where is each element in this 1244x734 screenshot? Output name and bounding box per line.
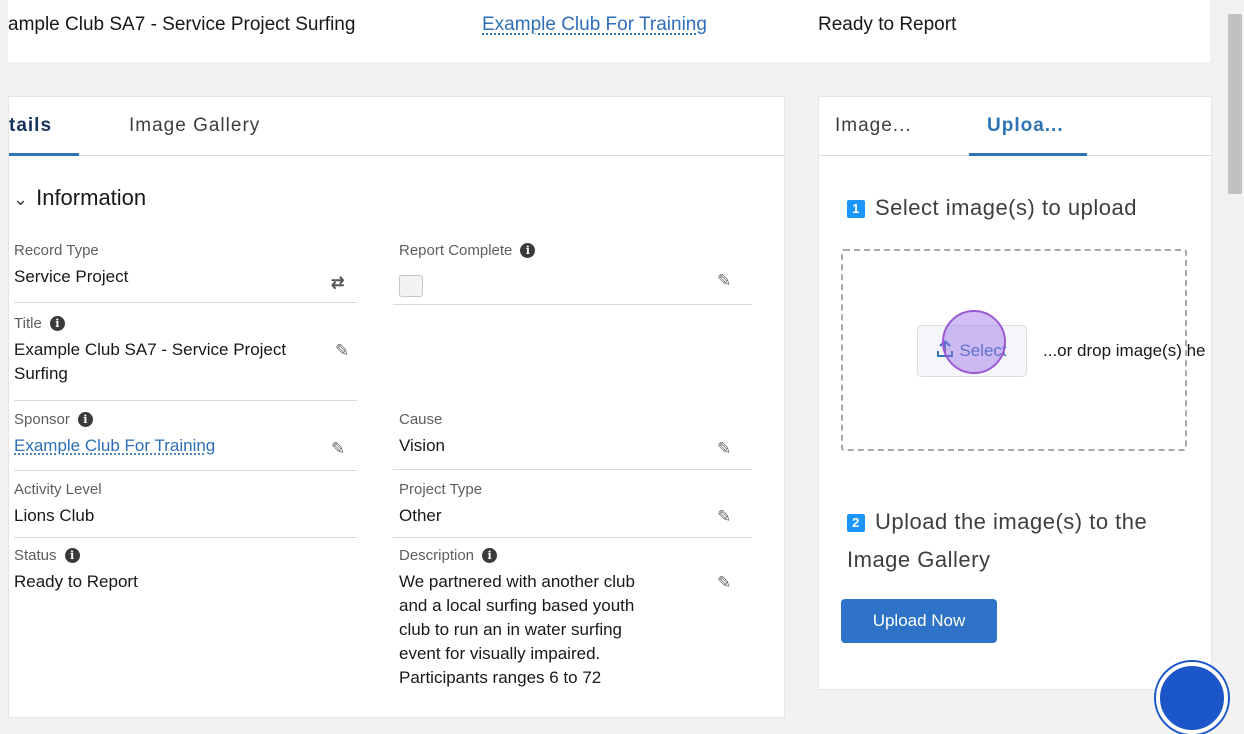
tab-image[interactable]: Image... xyxy=(835,115,912,137)
divider xyxy=(14,302,357,303)
field-label: Description xyxy=(399,547,475,564)
header-sponsor-link[interactable]: Example Club For Training xyxy=(482,14,707,36)
divider xyxy=(393,469,752,470)
upload-now-button[interactable]: Upload Now xyxy=(841,599,997,643)
report-complete-checkbox[interactable] xyxy=(399,275,423,297)
pencil-icon[interactable]: ✎ xyxy=(717,573,731,593)
info-icon[interactable]: i xyxy=(482,548,498,563)
description-line: and a local surfing based youth xyxy=(399,596,635,615)
step-number-badge: 1 xyxy=(847,200,865,218)
field-label: Title xyxy=(14,315,42,332)
field-value: Lions Club xyxy=(14,506,95,525)
field-value: Ready to Report xyxy=(14,572,138,591)
section-title: Information xyxy=(36,185,147,210)
field-value-line1: Example Club SA7 - Service Project xyxy=(14,340,287,359)
step-text: Select image(s) to upload xyxy=(875,195,1137,220)
field-value-line2: Surfing xyxy=(14,364,68,383)
chevron-down-icon: ⌄ xyxy=(13,189,29,209)
step-2-heading: 2 Upload the image(s) to the Image Galler… xyxy=(847,505,1147,577)
pencil-icon[interactable]: ✎ xyxy=(717,507,731,527)
step-text-line2: Image Gallery xyxy=(847,547,991,572)
details-card: tails Image Gallery ⌄ Information Record … xyxy=(8,96,785,718)
step-number-badge: 2 xyxy=(847,514,865,532)
field-cause: Cause Vision xyxy=(399,411,445,458)
tab-details[interactable]: tails xyxy=(9,115,52,137)
field-title: Title i Example Club SA7 - Service Projec… xyxy=(14,315,286,386)
field-label: Sponsor xyxy=(14,411,70,428)
drop-hint-text: ...or drop image(s) he xyxy=(1043,341,1206,360)
header-project-name: ample Club SA7 - Service Project Surfing xyxy=(8,14,356,35)
description-line: event for visually impaired. xyxy=(399,644,601,663)
active-tab-indicator xyxy=(969,153,1087,156)
info-icon[interactable]: i xyxy=(64,548,80,563)
tab-image-gallery[interactable]: Image Gallery xyxy=(129,115,260,137)
field-report-complete: Report Complete i xyxy=(399,242,536,259)
field-status: Status i Ready to Report xyxy=(14,547,138,594)
field-project-type: Project Type Other xyxy=(399,481,482,528)
field-activity-level: Activity Level Lions Club xyxy=(14,481,102,528)
field-sponsor: Sponsor i Example Club For Training xyxy=(14,411,215,458)
image-upload-card: Image... Uploa... 1 Select image(s) to up… xyxy=(818,96,1212,690)
step-text-line1: Upload the image(s) to the xyxy=(875,509,1148,534)
divider xyxy=(14,470,357,471)
field-label: Project Type xyxy=(399,481,483,498)
field-record-type: Record Type Service Project xyxy=(14,242,128,289)
description-line: We partnered with another club xyxy=(399,572,635,591)
help-icon[interactable] xyxy=(1156,662,1228,734)
pencil-icon[interactable]: ✎ xyxy=(717,439,731,459)
record-header-row: ample Club SA7 - Service Project Surfing… xyxy=(8,0,1210,62)
info-icon[interactable]: i xyxy=(49,316,65,331)
tab-upload[interactable]: Uploa... xyxy=(987,115,1064,137)
field-value: Other xyxy=(399,506,442,525)
field-label: Report Complete xyxy=(399,242,513,259)
divider xyxy=(393,304,752,305)
field-value: Vision xyxy=(399,436,445,455)
pencil-icon[interactable]: ✎ xyxy=(717,271,731,291)
description-line: Participants ranges 6 to 72 xyxy=(399,668,602,687)
divider xyxy=(393,537,752,538)
change-record-type-icon[interactable]: ⇄ xyxy=(331,273,344,293)
click-indicator xyxy=(942,310,1006,374)
divider xyxy=(14,537,357,538)
active-tab-indicator xyxy=(9,153,79,156)
scrollbar-thumb[interactable] xyxy=(1228,14,1242,194)
description-text: We partnered with another club and a loc… xyxy=(399,570,635,690)
pencil-icon[interactable]: ✎ xyxy=(335,341,349,361)
step-1-heading: 1 Select image(s) to upload xyxy=(847,191,1137,225)
field-label: Activity Level xyxy=(14,481,102,498)
sponsor-link[interactable]: Example Club For Training xyxy=(14,436,215,455)
info-icon[interactable]: i xyxy=(520,243,536,258)
field-label: Record Type xyxy=(14,242,99,259)
field-label: Status xyxy=(14,547,57,564)
description-line: club to run an in water surfing xyxy=(399,620,623,639)
field-value: Service Project xyxy=(14,267,129,286)
page-scrollbar[interactable] xyxy=(1225,0,1244,695)
header-status: Ready to Report xyxy=(818,14,957,35)
section-information-header[interactable]: ⌄ Information xyxy=(13,185,146,211)
info-icon[interactable]: i xyxy=(77,412,93,427)
field-label: Cause xyxy=(399,411,443,428)
pencil-icon[interactable]: ✎ xyxy=(331,439,345,459)
upload-tabs: Image... Uploa... xyxy=(819,97,1211,156)
details-tabs: tails Image Gallery xyxy=(9,97,784,156)
field-description: Description i We partnered with another c… xyxy=(399,547,635,690)
divider xyxy=(14,400,357,401)
